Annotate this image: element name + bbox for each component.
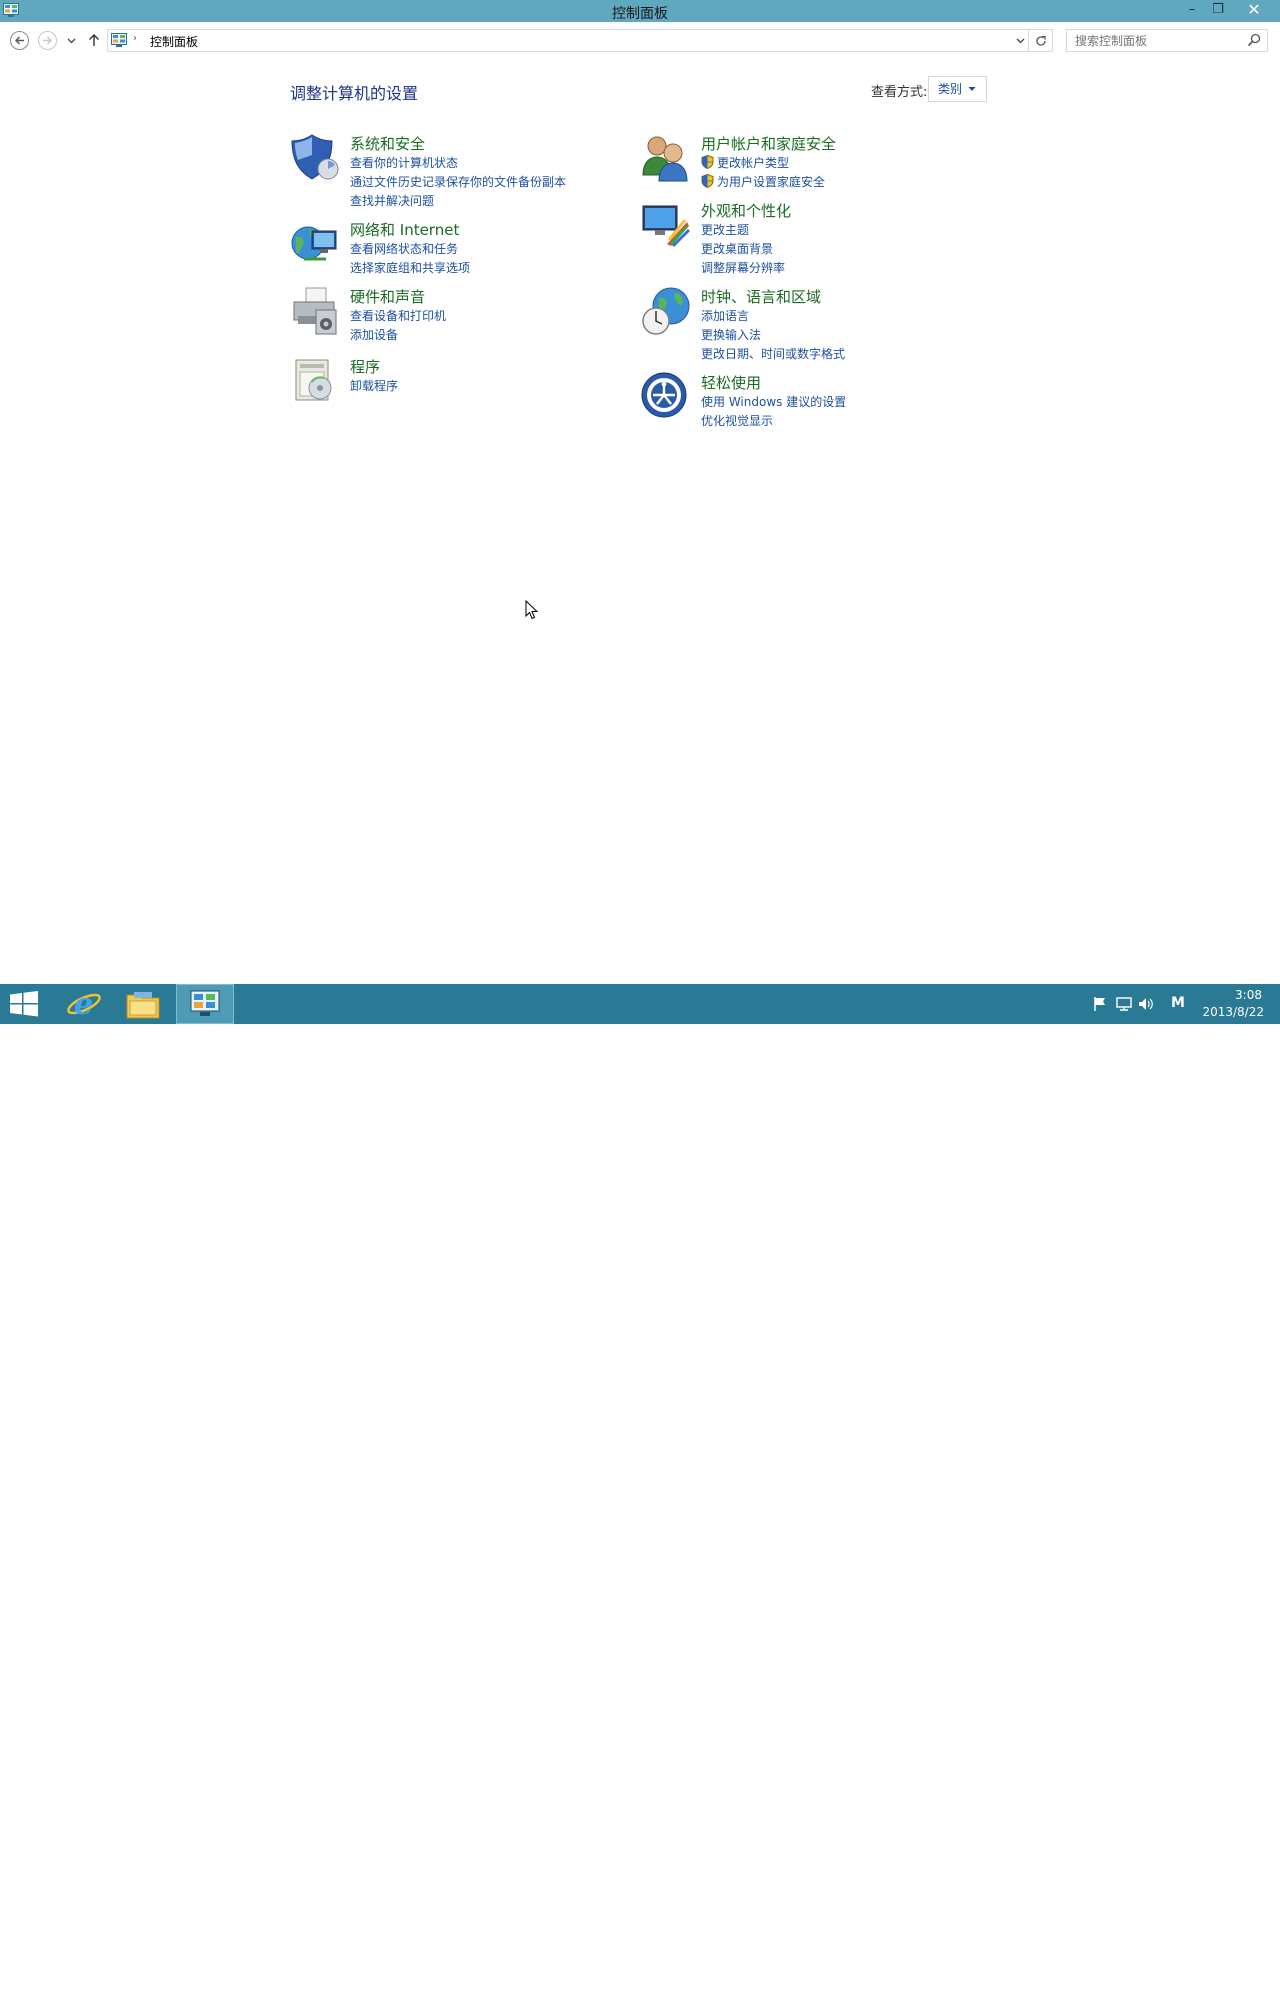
control-panel-window: 控制面板 – ❐ ✕ › 控制面板 搜索控制面板 调整计算机的设置 查看方式: … xyxy=(0,0,1280,984)
link-family-safety-text: 为用户设置家庭安全 xyxy=(717,175,826,189)
restore-button[interactable]: ❐ xyxy=(1205,0,1231,20)
link-add-device[interactable]: 添加设备 xyxy=(350,326,446,345)
taskbar-file-explorer[interactable] xyxy=(116,984,174,1024)
category-title[interactable]: 程序 xyxy=(350,356,380,377)
svg-text:e: e xyxy=(74,987,93,1021)
category-title[interactable]: 轻松使用 xyxy=(701,372,761,393)
search-icon[interactable] xyxy=(1247,33,1261,47)
start-button[interactable] xyxy=(0,984,58,1024)
action-center-flag-icon[interactable] xyxy=(1092,996,1108,1012)
book-logo-icon xyxy=(1031,1971,1079,2006)
taskbar-control-panel[interactable] xyxy=(176,984,234,1024)
taskbar-internet-explorer[interactable]: e xyxy=(58,984,116,1024)
refresh-button[interactable] xyxy=(1029,29,1053,52)
users-icon[interactable] xyxy=(641,133,691,183)
system-tray: M 3:08 2013/8/22 xyxy=(1080,984,1280,1024)
link-add-language[interactable]: 添加语言 xyxy=(701,307,845,326)
uac-shield-icon xyxy=(701,155,714,169)
link-uninstall-program[interactable]: 卸载程序 xyxy=(350,377,398,396)
page-title: 调整计算机的设置 xyxy=(290,84,419,103)
back-button[interactable] xyxy=(10,31,29,50)
breadcrumb-separator-icon[interactable]: › xyxy=(133,33,137,44)
volume-icon[interactable] xyxy=(1138,996,1154,1012)
shield-icon[interactable] xyxy=(290,133,340,183)
network-tray-icon[interactable] xyxy=(1116,996,1132,1012)
printer-icon[interactable] xyxy=(290,286,340,336)
main-content: 调整计算机的设置 查看方式: 类别 系统和安全 查看你的计算机状态 通过文件历史… xyxy=(0,58,1280,984)
breadcrumb-control-panel[interactable]: 控制面板 xyxy=(150,33,198,50)
link-network-status[interactable]: 查看网络状态和任务 xyxy=(350,240,470,259)
category-title[interactable]: 时钟、语言和区域 xyxy=(701,286,821,307)
window-title: 控制面板 xyxy=(612,6,668,22)
control-panel-icon xyxy=(190,990,220,1016)
internet-explorer-icon: e xyxy=(67,987,101,1021)
windows-logo-icon xyxy=(10,991,38,1017)
ease-of-access-icon[interactable] xyxy=(641,372,691,422)
category-title[interactable]: 系统和安全 xyxy=(350,133,425,154)
link-troubleshoot[interactable]: 查找并解决问题 xyxy=(350,192,566,211)
up-arrow-icon[interactable] xyxy=(88,33,100,47)
mouse-cursor-icon xyxy=(525,600,539,620)
back-arrow-icon xyxy=(15,36,24,45)
link-change-account-type[interactable]: 更改帐户类型 xyxy=(701,154,825,173)
search-input[interactable] xyxy=(1067,30,1242,51)
address-box[interactable]: › 控制面板 xyxy=(107,29,1029,52)
minimize-button[interactable]: – xyxy=(1179,0,1205,20)
forward-button[interactable] xyxy=(38,31,57,50)
network-icon[interactable] xyxy=(290,219,340,269)
category-title[interactable]: 外观和个性化 xyxy=(701,200,791,221)
display-icon[interactable] xyxy=(641,200,691,250)
link-change-input-method[interactable]: 更换输入法 xyxy=(701,326,845,345)
programs-icon[interactable] xyxy=(290,356,340,406)
link-file-history-backup[interactable]: 通过文件历史记录保存你的文件备份副本 xyxy=(350,173,566,192)
title-bar[interactable]: 控制面板 – ❐ ✕ xyxy=(0,0,1280,22)
link-optimize-visual-display[interactable]: 优化视觉显示 xyxy=(701,412,846,431)
link-date-time-format[interactable]: 更改日期、时间或数字格式 xyxy=(701,345,845,364)
link-view-computer-status[interactable]: 查看你的计算机状态 xyxy=(350,154,566,173)
recent-locations-chevron-icon[interactable] xyxy=(67,38,76,44)
taskbar: e The Collection Book M 3:08 2013/8/22 xyxy=(0,984,1280,2006)
address-dropdown-chevron-icon[interactable] xyxy=(1016,34,1025,48)
refresh-icon xyxy=(1035,35,1046,46)
dropdown-arrow-icon xyxy=(968,87,976,91)
link-change-background[interactable]: 更改桌面背景 xyxy=(701,240,785,259)
close-button[interactable]: ✕ xyxy=(1232,0,1276,20)
control-panel-icon xyxy=(111,33,127,47)
watermark: The Collection Book xyxy=(1030,1968,1270,2008)
folder-icon xyxy=(126,992,160,1019)
link-homegroup-sharing[interactable]: 选择家庭组和共享选项 xyxy=(350,259,470,278)
watermark-text: The Collection Book xyxy=(1092,1972,1261,1992)
link-family-safety[interactable]: 为用户设置家庭安全 xyxy=(701,173,825,192)
search-box[interactable] xyxy=(1066,29,1268,52)
uac-shield-icon xyxy=(701,174,714,188)
address-toolbar: › 控制面板 xyxy=(0,22,1280,58)
link-devices-printers[interactable]: 查看设备和打印机 xyxy=(350,307,446,326)
globe-clock-icon[interactable] xyxy=(641,286,691,336)
view-by-dropdown[interactable]: 类别 xyxy=(928,76,987,102)
category-title[interactable]: 用户帐户和家庭安全 xyxy=(701,133,836,154)
clock-time[interactable]: 3:08 xyxy=(1235,988,1262,1002)
input-method-indicator[interactable]: M xyxy=(1171,995,1185,1011)
link-recommended-settings[interactable]: 使用 Windows 建议的设置 xyxy=(701,393,846,412)
view-by-label: 查看方式: xyxy=(871,85,928,100)
category-title[interactable]: 硬件和声音 xyxy=(350,286,425,307)
link-change-account-type-text: 更改帐户类型 xyxy=(717,156,790,170)
link-screen-resolution[interactable]: 调整屏幕分辨率 xyxy=(701,259,785,278)
link-change-theme[interactable]: 更改主题 xyxy=(701,221,785,240)
category-title[interactable]: 网络和 Internet xyxy=(350,219,459,240)
clock-date[interactable]: 2013/8/22 xyxy=(1202,1005,1264,1019)
forward-arrow-icon xyxy=(43,36,52,45)
view-by-value: 类别 xyxy=(938,82,963,96)
